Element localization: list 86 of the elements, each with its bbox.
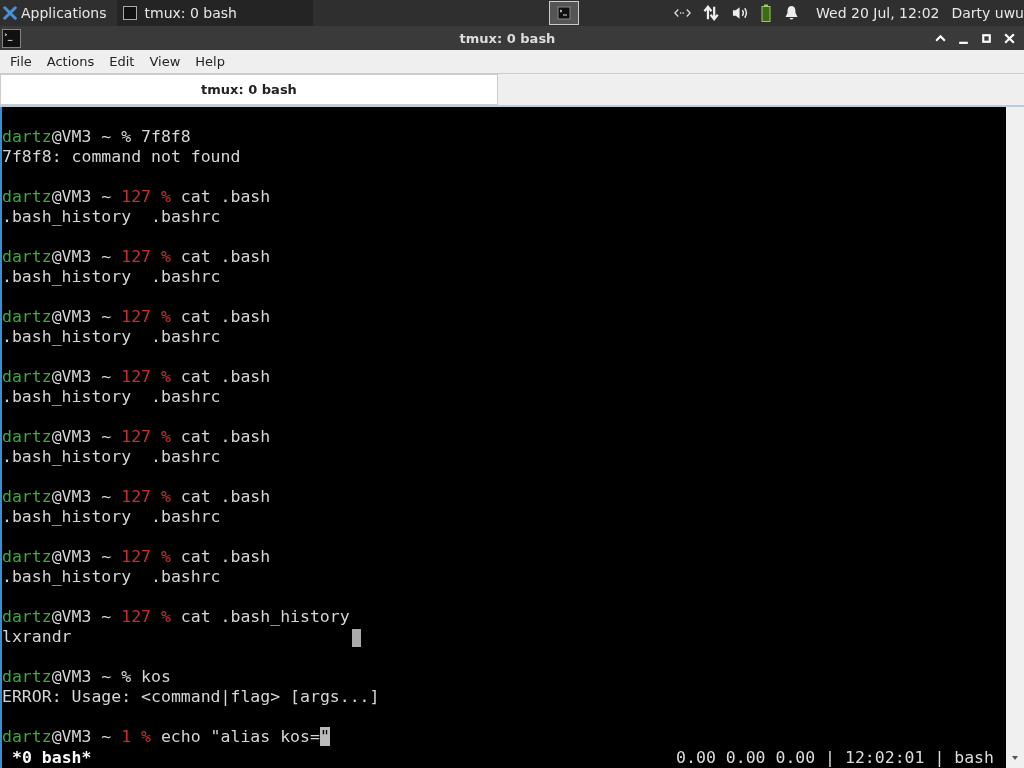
prompt-user: dartz [2,727,52,746]
output-text: .bash_history .bashrc [2,327,221,346]
close-icon[interactable] [1003,31,1016,45]
terminal-icon [2,28,21,48]
prompt-host: @VM3 ~ [51,727,112,746]
prompt-host: @VM3 ~ [51,607,112,626]
output-text: .bash_history .bashrc [2,447,221,466]
prompt-user: dartz [2,367,52,386]
menu-item[interactable]: Actions [46,54,95,69]
prompt-host: @VM3 ~ [51,427,112,446]
prompt-sign: % [160,607,171,626]
output-text: .bash_history .bashrc [2,507,221,526]
command-text: 7f8f8 [141,127,191,146]
volume-icon[interactable] [732,5,750,21]
prompt-user: dartz [2,607,52,626]
maximize-icon[interactable] [980,31,993,45]
output-text: ERROR: Usage: <command|flag> [args...] [2,687,380,706]
tmux-window-label: *0 bash* [12,747,92,768]
prompt-host: @VM3 ~ [51,367,112,386]
command-text: cat .bash [180,427,271,446]
prompt-sign: % [121,127,132,146]
prompt-sign: % [121,667,132,686]
workspace-button[interactable] [548,1,579,25]
prompt-host: @VM3 ~ [51,547,112,566]
prompt-user: dartz [2,667,52,686]
user-menu[interactable]: Darty uwu [951,5,1024,21]
output-text: .bash_history .bashrc [2,207,221,226]
exit-status: 127 [121,427,151,446]
transfer-arrows-icon[interactable] [703,5,721,21]
prompt-user: dartz [2,307,52,326]
command-text: cat .bash [180,547,271,566]
terminal-icon [556,6,571,20]
exit-status: 127 [121,187,151,206]
clock[interactable]: Wed 20 Jul, 12:02 [816,5,940,21]
applications-menu[interactable]: Applications [21,5,107,21]
prompt-host: @VM3 ~ [51,127,112,146]
prompt-sign: % [160,427,171,446]
prompt-host: @VM3 ~ [51,187,112,206]
prompt-sign: % [160,547,171,566]
exit-status: 127 [121,607,151,626]
exit-status: 127 [121,307,151,326]
window-title: tmux: 0 bash [458,30,557,46]
output-text: .bash_history .bashrc [2,387,221,406]
taskbar-button[interactable]: tmux: 0 bash [116,0,313,26]
command-text: cat .bash_history [180,607,350,626]
prompt-user: dartz [2,247,52,266]
prompt-host: @VM3 ~ [51,307,112,326]
exit-status: 127 [121,547,151,566]
output-text: 7f8f8: command not found [2,147,241,166]
output-text: .bash_history .bashrc [2,267,221,286]
battery-icon[interactable] [761,4,772,22]
prompt-sign: % [160,187,171,206]
exit-status: 127 [121,247,151,266]
tab[interactable]: tmux: 0 bash [0,74,498,105]
prompt-sign: % [160,307,171,326]
command-text: cat .bash [180,307,271,326]
menu-item[interactable]: Help [195,54,225,69]
output-text: .bash_history .bashrc [2,567,221,586]
command-text: cat .bash [180,487,271,506]
output-text: lxrandr [2,627,72,646]
command-text: cat .bash [180,247,271,266]
prompt-user: dartz [2,427,52,446]
exit-status: 127 [121,487,151,506]
prompt-user: dartz [2,547,52,566]
prompt-user: dartz [2,127,52,146]
prompt-sign: % [160,247,171,266]
prompt-user: dartz [2,187,52,206]
prompt-host: @VM3 ~ [51,487,112,506]
scrollbar[interactable] [1006,107,1024,768]
exit-status: 127 [121,367,151,386]
prompt-user: dartz [2,487,52,506]
menu-item[interactable]: Edit [109,54,135,69]
prompt-sign: % [141,727,151,746]
prompt-sign: % [160,367,171,386]
menu-item[interactable]: View [149,54,181,69]
prompt-sign: % [160,487,171,506]
tmux-status-info: 0.00 0.00 0.00 | 12:02:01 | bash [676,747,994,768]
command-text: kos [141,667,171,686]
exit-status: 1 [121,727,132,746]
x-logo-icon[interactable] [3,6,17,20]
menu-item[interactable]: File [10,54,32,69]
command-text: cat .bash [180,187,271,206]
command-text: cat .bash [180,367,271,386]
prompt-host: @VM3 ~ [51,667,112,686]
scroll-down-icon[interactable] [1010,754,1020,762]
prompt-host: @VM3 ~ [51,247,112,266]
